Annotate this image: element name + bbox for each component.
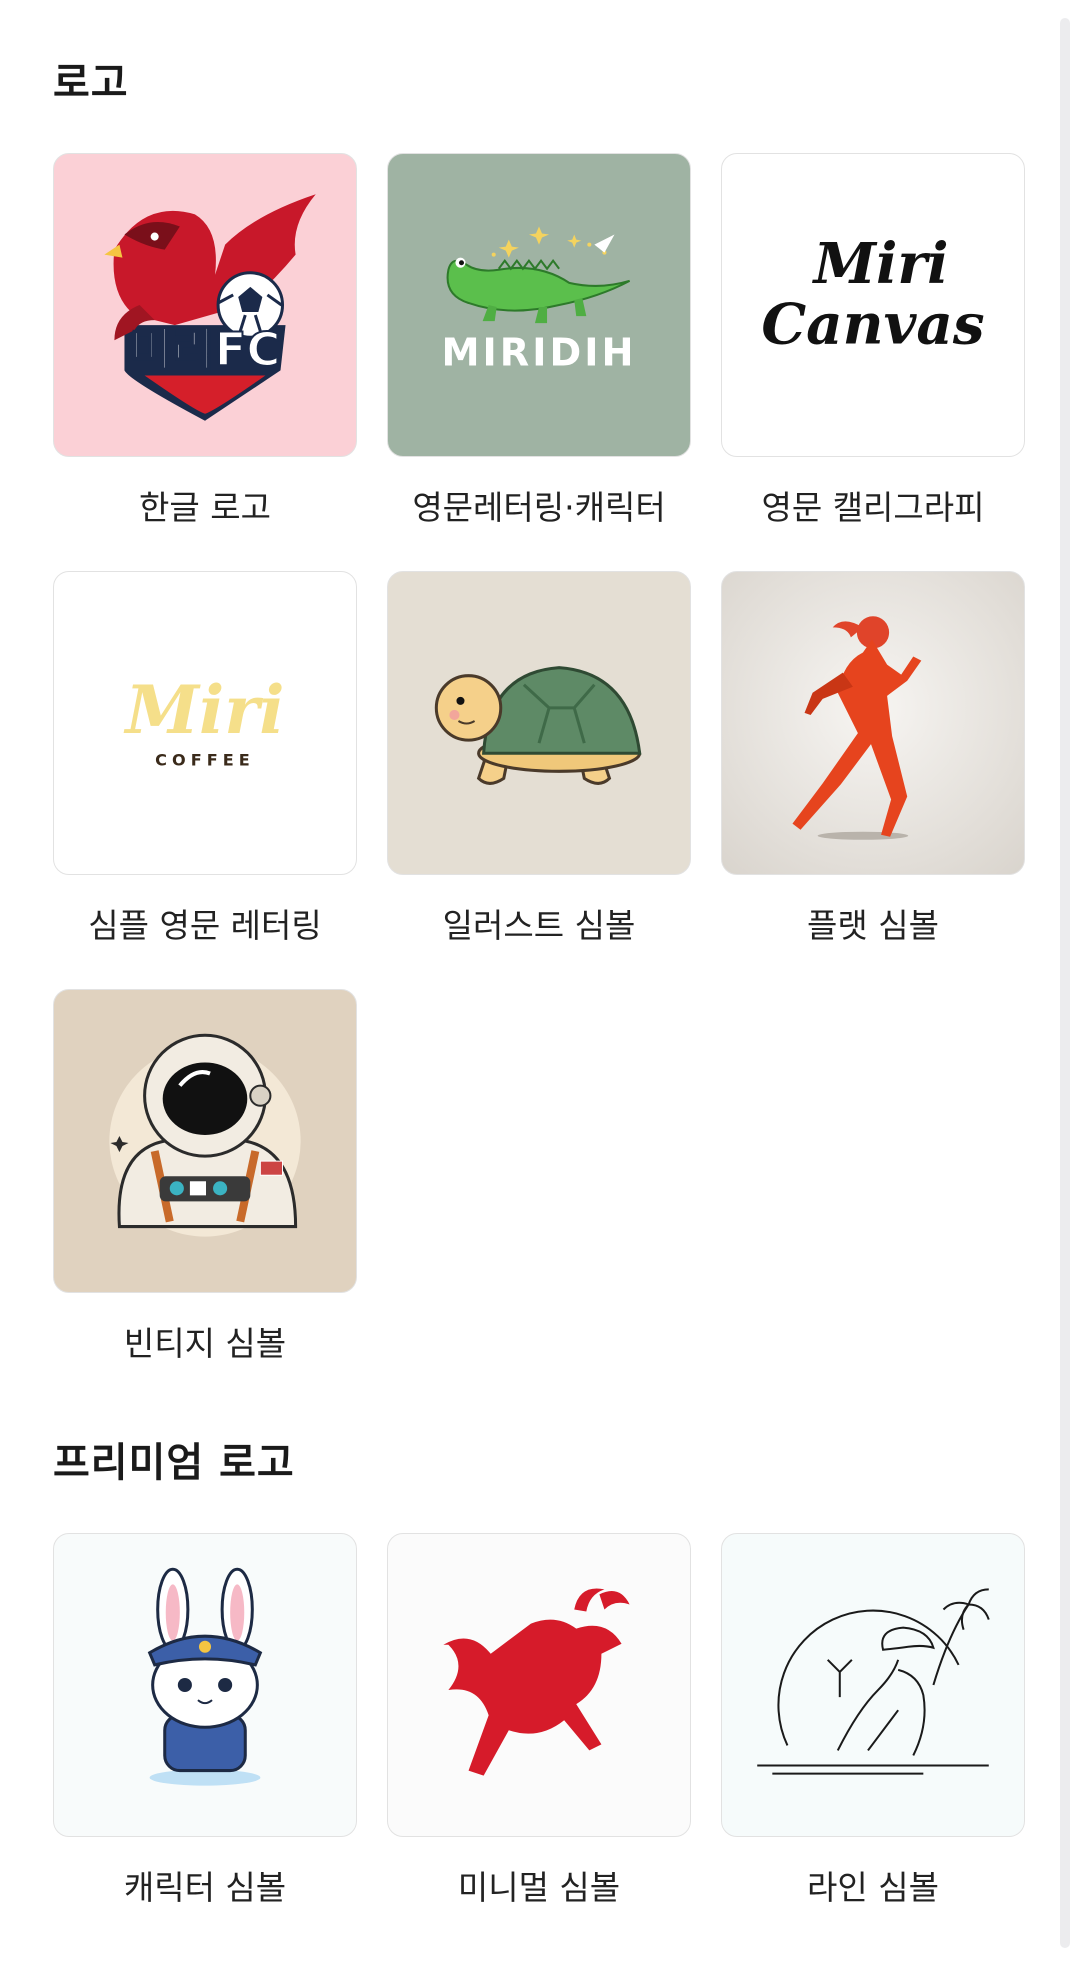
logo-art-text: 미리FC	[130, 322, 281, 376]
character-symbol-thumbnail	[53, 1533, 357, 1837]
template-card-minimal-symbol[interactable]: 미니멀 심볼	[387, 1533, 691, 1907]
template-card-character-symbol[interactable]: 캐릭터 심볼	[53, 1533, 357, 1907]
red-bull-icon	[443, 1588, 630, 1776]
template-label: 라인 심볼	[807, 1868, 939, 1907]
section-title-logo: 로고	[53, 60, 129, 106]
police-rabbit-icon	[147, 1567, 263, 1786]
logo-art-text-line2: Canvas	[761, 291, 984, 357]
template-label: 한글 로고	[139, 488, 271, 527]
section-title-premium-logo: 프리미엄 로고	[53, 1440, 295, 1486]
english-calligraphy-thumbnail: Miri Canvas	[721, 153, 1025, 457]
logo-art-text: MIRIDIH	[441, 330, 636, 375]
template-card-flat-symbol[interactable]: 플랫 심볼	[721, 571, 1025, 945]
korean-logo-thumbnail: 미리FC	[53, 153, 357, 457]
logo-art-text-line2: COFFEE	[155, 750, 255, 769]
eagle-soccer-crest-icon: 미리FC	[104, 194, 316, 421]
turtle-icon	[434, 666, 642, 785]
template-label: 빈티지 심볼	[123, 1324, 287, 1363]
template-card-english-lettering-character[interactable]: MIRIDIH 영문레터링·캐릭터	[387, 153, 691, 527]
logo-art-text-line1: Miri	[123, 671, 284, 749]
minimal-symbol-thumbnail	[387, 1533, 691, 1837]
coffee-logo-art: Miri COFFEE	[123, 671, 284, 769]
simple-english-lettering-thumbnail: Miri COFFEE	[53, 571, 357, 875]
template-card-vintage-symbol[interactable]: 빈티지 심볼	[53, 989, 357, 1363]
crocodile-icon: MIRIDIH	[441, 226, 636, 375]
template-label: 영문 캘리그라피	[761, 488, 985, 527]
template-label: 심플 영문 레터링	[88, 906, 322, 945]
template-label: 플랫 심볼	[807, 906, 939, 945]
template-card-english-calligraphy[interactable]: Miri Canvas 영문 캘리그라피	[721, 153, 1025, 527]
line-art-beach-woman-icon	[757, 1588, 990, 1775]
template-label: 영문레터링·캐릭터	[412, 488, 666, 527]
calligraphy-logo-art: Miri Canvas	[761, 231, 984, 357]
template-label: 미니멀 심볼	[457, 1868, 621, 1907]
template-card-line-symbol[interactable]: 라인 심볼	[721, 1533, 1025, 1907]
english-lettering-character-thumbnail: MIRIDIH	[387, 153, 691, 457]
logo-art-text-line1: Miri	[812, 231, 949, 297]
flat-symbol-thumbnail	[721, 571, 1025, 875]
template-card-korean-logo[interactable]: 미리FC 한글 로고	[53, 153, 357, 527]
runner-icon	[792, 616, 922, 840]
template-card-illustration-symbol[interactable]: 일러스트 심볼	[387, 571, 691, 945]
template-card-simple-english-lettering[interactable]: Miri COFFEE 심플 영문 레터링	[53, 571, 357, 945]
line-symbol-thumbnail	[721, 1533, 1025, 1837]
template-label: 캐릭터 심볼	[123, 1868, 287, 1907]
vintage-symbol-thumbnail	[53, 989, 357, 1293]
astronaut-icon	[109, 1033, 301, 1237]
template-label: 일러스트 심볼	[442, 906, 636, 945]
illustration-symbol-thumbnail	[387, 571, 691, 875]
vertical-scrollbar[interactable]	[1060, 18, 1070, 1948]
